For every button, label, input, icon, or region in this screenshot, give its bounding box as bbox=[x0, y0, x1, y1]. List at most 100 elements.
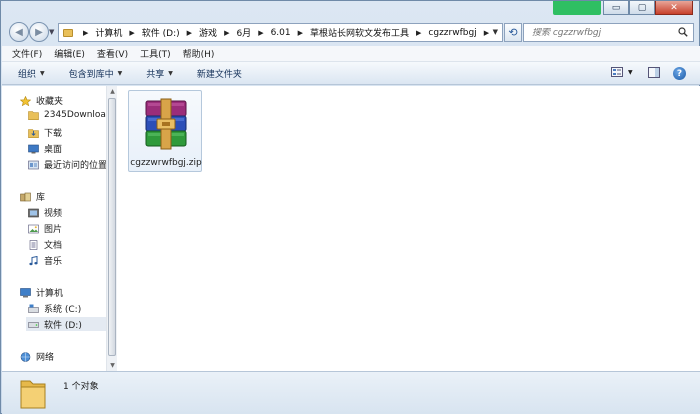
desktop-icon bbox=[28, 144, 39, 153]
help-icon[interactable]: ? bbox=[673, 67, 686, 80]
refresh-button[interactable]: ⟲ bbox=[504, 23, 522, 42]
nav-item-pictures[interactable]: 图片 bbox=[28, 222, 62, 235]
address-dropdown-icon[interactable]: ▼ bbox=[493, 28, 498, 36]
item-count: 1 个对象 bbox=[63, 382, 99, 392]
nav-favorites-label: 收藏夹 bbox=[36, 97, 64, 107]
nav-item-desktop[interactable]: 桌面 bbox=[28, 142, 62, 155]
navigation-scrollbar[interactable]: ▲ ▼ bbox=[106, 86, 117, 371]
chevron-right-icon[interactable]: ▶ bbox=[258, 29, 263, 37]
nav-item-documents[interactable]: 文档 bbox=[28, 238, 62, 251]
arrow-right-icon: ▶ bbox=[35, 26, 43, 38]
folder-icon bbox=[20, 380, 46, 409]
chevron-right-icon[interactable]: ▶ bbox=[224, 29, 229, 37]
scroll-down-icon[interactable]: ▼ bbox=[108, 362, 117, 369]
nav-item-downloads[interactable]: 下载 bbox=[28, 126, 62, 139]
documents-icon bbox=[29, 239, 38, 250]
nav-item-recent-places[interactable]: 最近访问的位置 bbox=[28, 158, 106, 171]
chevron-right-icon[interactable]: ▶ bbox=[416, 29, 421, 37]
winrar-archive-icon bbox=[145, 98, 187, 150]
breadcrumb-item[interactable]: 6.01 bbox=[271, 28, 291, 38]
breadcrumb-item[interactable]: 草根站长网软文发布工具 bbox=[310, 26, 409, 39]
change-view-button[interactable]: ▼ bbox=[611, 67, 633, 77]
nav-libraries[interactable]: 库 bbox=[20, 190, 45, 203]
include-in-library-label: 包含到库中 bbox=[68, 69, 114, 80]
nav-computer[interactable]: 计算机 bbox=[20, 286, 63, 299]
menu-bar: 文件(F) 编辑(E) 查看(V) 工具(T) 帮助(H) bbox=[2, 46, 700, 62]
breadcrumb: ▶ 计算机 ▶ 软件 (D:) ▶ 游戏 ▶ 6月 ▶ 6.01 ▶ 草根站长网… bbox=[76, 26, 496, 40]
organize-button[interactable]: 组织 ▼ bbox=[18, 67, 45, 80]
chevron-right-icon[interactable]: ▶ bbox=[484, 29, 489, 37]
nav-item-music[interactable]: 音乐 bbox=[28, 254, 62, 267]
details-pane: 1 个对象 bbox=[2, 371, 700, 414]
nav-item-videos[interactable]: 视频 bbox=[28, 206, 62, 219]
preview-pane-icon bbox=[648, 67, 660, 78]
nav-favorites[interactable]: 收藏夹 bbox=[20, 94, 63, 107]
network-icon bbox=[20, 351, 31, 362]
nav-item-label: 系统 (C:) bbox=[44, 305, 82, 315]
library-icon bbox=[20, 192, 31, 201]
breadcrumb-item[interactable]: 软件 (D:) bbox=[142, 26, 180, 39]
scrollbar-thumb[interactable] bbox=[108, 98, 116, 356]
chevron-right-icon[interactable]: ▶ bbox=[187, 29, 192, 37]
chevron-right-icon[interactable]: ▶ bbox=[83, 29, 88, 37]
recent-places-icon bbox=[28, 160, 39, 169]
chevron-right-icon[interactable]: ▶ bbox=[129, 29, 134, 37]
chevron-right-icon[interactable]: ▶ bbox=[298, 29, 303, 37]
nav-item-label: 最近访问的位置 bbox=[44, 161, 106, 171]
menu-file[interactable]: 文件(F) bbox=[12, 47, 42, 60]
file-item[interactable]: cgzzwrwfbgj.zip bbox=[128, 90, 202, 172]
minimize-button[interactable]: ▭ bbox=[603, 1, 629, 15]
nav-item-label: 文档 bbox=[44, 241, 63, 251]
video-icon bbox=[28, 208, 39, 217]
nav-item-drive-d[interactable]: 软件 (D:) bbox=[26, 317, 106, 331]
search-box[interactable] bbox=[523, 23, 694, 42]
breadcrumb-item[interactable]: cgzzrwfbgj bbox=[428, 28, 476, 38]
refresh-icon: ⟲ bbox=[508, 26, 518, 39]
caret-down-icon: ▼ bbox=[628, 68, 633, 76]
search-input[interactable] bbox=[532, 27, 672, 38]
scroll-up-icon[interactable]: ▲ bbox=[108, 88, 117, 95]
menu-help[interactable]: 帮助(H) bbox=[183, 47, 215, 60]
nav-network-label: 网络 bbox=[36, 353, 55, 363]
close-button[interactable]: ✕ bbox=[655, 1, 693, 15]
nav-item-drive-c[interactable]: 系统 (C:) bbox=[28, 302, 81, 315]
file-list: cgzzwrwfbgj.zip bbox=[117, 86, 700, 371]
arrow-left-icon: ◀ bbox=[15, 26, 23, 38]
forward-button[interactable]: ▶ bbox=[29, 22, 49, 42]
new-folder-button[interactable]: 新建文件夹 bbox=[197, 67, 242, 80]
search-icon[interactable] bbox=[678, 27, 688, 37]
pictures-icon bbox=[28, 224, 39, 233]
file-name: cgzzwrwfbgj.zip bbox=[130, 158, 202, 168]
address-bar[interactable]: ▶ 计算机 ▶ 软件 (D:) ▶ 游戏 ▶ 6月 ▶ 6.01 ▶ 草根站长网… bbox=[58, 23, 503, 42]
nav-item-label: 软件 (D:) bbox=[44, 320, 82, 331]
share-button[interactable]: 共享 ▼ bbox=[146, 67, 173, 80]
folder-icon bbox=[28, 111, 39, 120]
include-in-library-button[interactable]: 包含到库中 ▼ bbox=[69, 67, 123, 80]
breadcrumb-item[interactable]: 计算机 bbox=[95, 26, 122, 39]
background-app-strip bbox=[553, 1, 601, 15]
nav-item-label: 视频 bbox=[44, 209, 63, 219]
star-icon bbox=[20, 95, 31, 106]
drive-icon bbox=[28, 322, 39, 328]
folder-icon bbox=[63, 28, 73, 37]
system-drive-icon bbox=[28, 304, 39, 313]
share-label: 共享 bbox=[146, 69, 165, 80]
music-icon bbox=[29, 255, 38, 265]
explorer-window: ▭ ▢ ✕ ◀ ▶ ▼ ▶ 计算机 ▶ 软件 (D:) ▶ 游戏 ▶ 6月 ▶ … bbox=[0, 0, 700, 414]
nav-network[interactable]: 网络 bbox=[20, 350, 54, 363]
maximize-button[interactable]: ▢ bbox=[629, 1, 655, 15]
recent-pages-dropdown-icon[interactable]: ▼ bbox=[49, 28, 54, 36]
back-button[interactable]: ◀ bbox=[9, 22, 29, 42]
menu-tools[interactable]: 工具(T) bbox=[140, 47, 171, 60]
nav-item-2345downloads[interactable]: 2345Downloads bbox=[28, 110, 106, 120]
window-controls: ▭ ▢ ✕ bbox=[603, 1, 693, 15]
preview-pane-button[interactable] bbox=[648, 67, 660, 78]
breadcrumb-item[interactable]: 6月 bbox=[236, 26, 251, 39]
downloads-folder-icon bbox=[28, 128, 39, 138]
nav-item-label: 下载 bbox=[44, 129, 63, 139]
caret-down-icon: ▼ bbox=[117, 69, 123, 77]
menu-edit[interactable]: 编辑(E) bbox=[54, 47, 85, 60]
caret-down-icon: ▼ bbox=[40, 69, 45, 77]
menu-view[interactable]: 查看(V) bbox=[97, 47, 128, 60]
breadcrumb-item[interactable]: 游戏 bbox=[199, 26, 217, 39]
